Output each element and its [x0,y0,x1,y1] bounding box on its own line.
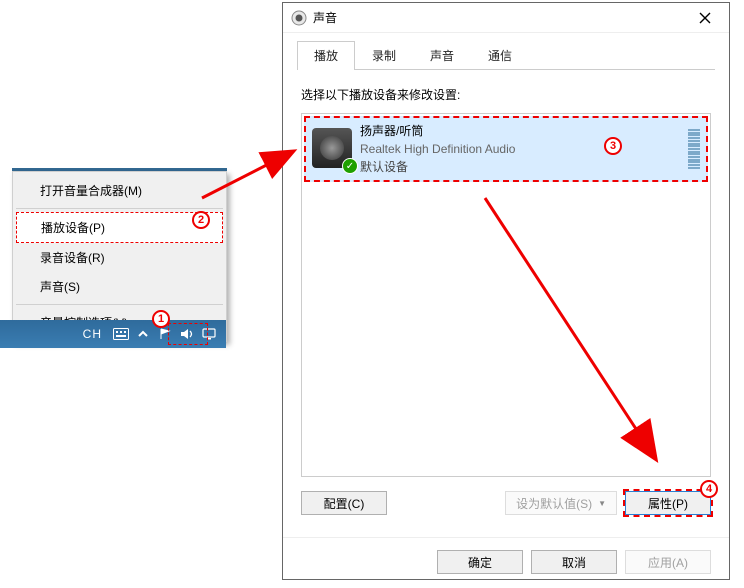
keyboard-icon[interactable] [113,326,129,342]
instruction-label: 选择以下播放设备来修改设置: [301,86,711,103]
set-default-button: 设为默认值(S) [505,491,617,515]
menu-item-open-mixer[interactable]: 打开音量合成器(M) [16,176,223,205]
taskbar-tray: CH [0,320,226,348]
annotation-badge-3: 3 [604,137,622,155]
device-item-speakers[interactable]: ✓ 扬声器/听筒 Realtek High Definition Audio 默… [304,116,708,182]
tab-sounds[interactable]: 声音 [413,41,471,69]
device-name: 扬声器/听筒 [360,122,688,140]
device-status: 默认设备 [360,158,688,176]
tab-playback[interactable]: 播放 [297,41,355,69]
check-default-icon: ✓ [342,158,358,174]
volume-icon[interactable] [179,326,195,342]
annotation-badge-2: 2 [192,211,210,229]
ime-indicator[interactable]: CH [83,327,102,341]
device-driver: Realtek High Definition Audio [360,140,688,158]
tab-recording[interactable]: 录制 [355,41,413,69]
device-icon: ✓ [312,128,354,170]
tab-communications[interactable]: 通信 [471,41,529,69]
flag-icon[interactable] [157,326,173,342]
sound-dialog: 声音 播放 录制 声音 通信 选择以下播放设备来修改设置: ✓ 扬声器/听筒 R… [282,2,730,580]
dialog-action-row: 确定 取消 应用(A) [283,537,729,588]
cancel-button[interactable]: 取消 [531,550,617,574]
device-list[interactable]: ✓ 扬声器/听筒 Realtek High Definition Audio 默… [301,113,711,477]
properties-button[interactable]: 属性(P) [625,491,711,515]
configure-button[interactable]: 配置(C) [301,491,387,515]
monitor-icon[interactable] [201,326,217,342]
menu-item-recording-devices[interactable]: 录音设备(R) [16,243,223,272]
menu-separator [16,208,223,209]
bottom-row-1: 配置(C) 设为默认值(S) 属性(P) [301,491,711,515]
menu-item-sounds[interactable]: 声音(S) [16,272,223,301]
annotation-badge-4: 4 [700,480,718,498]
device-text: 扬声器/听筒 Realtek High Definition Audio 默认设… [360,122,688,176]
speaker-title-icon [291,10,307,26]
level-meter-icon [688,127,700,171]
tray-context-menu: 打开音量合成器(M) 播放设备(P) 录音设备(R) 声音(S) 音量控制选项(… [12,168,227,342]
dialog-tabs: 播放 录制 声音 通信 [297,41,715,70]
apply-button: 应用(A) [625,550,711,574]
ok-button[interactable]: 确定 [437,550,523,574]
tray-chevron-up-icon[interactable] [135,326,151,342]
close-button[interactable] [685,5,725,31]
context-menu-body: 打开音量合成器(M) 播放设备(P) 录音设备(R) 声音(S) 音量控制选项(… [12,171,227,342]
dialog-title: 声音 [313,9,685,26]
annotation-badge-1: 1 [152,310,170,328]
menu-separator [16,304,223,305]
dialog-body: 选择以下播放设备来修改设置: ✓ 扬声器/听筒 Realtek High Def… [283,70,729,529]
dialog-titlebar[interactable]: 声音 [283,3,729,33]
